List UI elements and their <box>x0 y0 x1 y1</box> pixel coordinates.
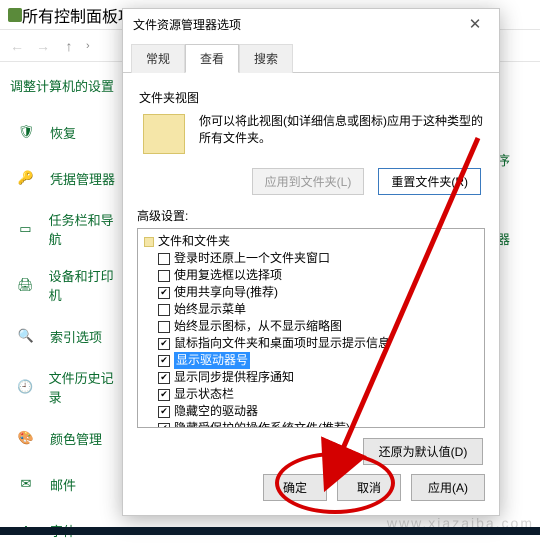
cp-item-label: 文件历史记录 <box>49 368 123 406</box>
tree-label: 显示同步提供程序通知 <box>174 369 294 386</box>
cred-icon: 🔑 <box>12 164 40 192</box>
up-button[interactable]: ↑ <box>58 35 80 57</box>
checkbox[interactable] <box>158 253 170 265</box>
tree-checkbox-item[interactable]: 隐藏受保护的操作系统文件(推荐) <box>158 420 478 428</box>
tree-label: 使用共享向导(推荐) <box>174 284 278 301</box>
tree-label: 鼠标指向文件夹和桌面项时显示提示信息 <box>174 335 390 352</box>
folder-view-text: 你可以将此视图(如详细信息或图标)应用于这种类型的所有文件夹。 <box>199 112 483 156</box>
tree-checkbox-item[interactable]: 始终显示图标，从不显示缩略图 <box>158 318 478 335</box>
cp-item[interactable]: 🔑 凭据管理器 <box>0 155 135 201</box>
dialog-titlebar: 文件资源管理器选项 ✕ <box>123 9 499 39</box>
folder-options-dialog: 文件资源管理器选项 ✕ 常规 查看 搜索 文件夹视图 你可以将此视图(如详细信息… <box>122 8 500 516</box>
back-button[interactable]: ← <box>6 35 28 57</box>
reset-folders-button[interactable]: 重置文件夹(R) <box>378 168 481 195</box>
tree-label: 始终显示图标，从不显示缩略图 <box>174 318 342 335</box>
checkbox[interactable] <box>158 338 170 350</box>
cp-item-label: 邮件 <box>50 475 76 494</box>
dialog-footer: 确定 取消 应用(A) <box>123 474 499 501</box>
forward-button[interactable]: → <box>32 35 54 57</box>
checkbox[interactable] <box>158 321 170 333</box>
tabs: 常规 查看 搜索 <box>123 43 499 73</box>
recovery-icon: 🛡 <box>12 118 40 146</box>
tree-label: 显示状态栏 <box>174 386 234 403</box>
control-panel-icon <box>8 8 22 22</box>
chevron-right-icon: › <box>86 40 90 52</box>
tree-checkbox-item[interactable]: 显示同步提供程序通知 <box>158 369 478 386</box>
tree-label: 登录时还原上一个文件夹窗口 <box>174 250 330 267</box>
index-icon: 🔍 <box>12 322 40 350</box>
tree-checkbox-item[interactable]: 始终显示菜单 <box>158 301 478 318</box>
tab-view[interactable]: 查看 <box>185 44 239 73</box>
tree-checkbox-item[interactable]: 登录时还原上一个文件夹窗口 <box>158 250 478 267</box>
tree-folder[interactable]: 文件和文件夹 <box>144 233 478 250</box>
cp-item[interactable]: 🎨 颜色管理 <box>0 415 135 461</box>
cp-heading: 调整计算机的设置 <box>0 68 135 109</box>
dialog-title: 文件资源管理器选项 <box>133 16 241 33</box>
folder-icon <box>144 237 154 247</box>
advanced-tree[interactable]: 文件和文件夹登录时还原上一个文件夹窗口使用复选框以选择项使用共享向导(推荐)始终… <box>137 228 485 428</box>
tree-checkbox-item[interactable]: 隐藏空的驱动器 <box>158 403 478 420</box>
tree-label: 使用复选框以选择项 <box>174 267 282 284</box>
folder-view-group: 文件夹视图 你可以将此视图(如详细信息或图标)应用于这种类型的所有文件夹。 应用… <box>139 89 483 195</box>
checkbox[interactable] <box>158 423 170 429</box>
tree-label: 隐藏受保护的操作系统文件(推荐) <box>174 420 350 428</box>
folder-icon <box>143 114 185 154</box>
cp-item[interactable]: 🕘 文件历史记录 <box>0 359 135 415</box>
checkbox[interactable] <box>158 389 170 401</box>
cp-item-label: 设备和打印机 <box>49 266 123 304</box>
tree-label: 始终显示菜单 <box>174 301 246 318</box>
close-icon[interactable]: ✕ <box>461 13 489 35</box>
tab-general[interactable]: 常规 <box>131 44 185 73</box>
advanced-label: 高级设置: <box>137 207 485 224</box>
checkbox[interactable] <box>158 304 170 316</box>
cp-item-label: 颜色管理 <box>50 429 102 448</box>
restore-defaults-button[interactable]: 还原为默认值(D) <box>363 438 483 465</box>
tab-search[interactable]: 搜索 <box>239 44 293 73</box>
cp-item-label: 索引选项 <box>50 327 102 346</box>
mail-icon: ✉ <box>12 470 40 498</box>
cp-item-label: 凭据管理器 <box>50 169 115 188</box>
cp-item[interactable]: 🔍 索引选项 <box>0 313 135 359</box>
tree-checkbox-item[interactable]: 使用共享向导(推荐) <box>158 284 478 301</box>
cp-item[interactable]: ✉ 邮件 <box>0 461 135 507</box>
tree-label: 文件和文件夹 <box>158 233 230 250</box>
cp-item-label: 任务栏和导航 <box>49 210 123 248</box>
folder-view-label: 文件夹视图 <box>139 89 483 106</box>
ok-button[interactable]: 确定 <box>263 474 327 501</box>
taskbar-edge <box>0 527 540 535</box>
tree-checkbox-item[interactable]: 显示状态栏 <box>158 386 478 403</box>
tree-checkbox-item[interactable]: 使用复选框以选择项 <box>158 267 478 284</box>
apply-to-folders-button[interactable]: 应用到文件夹(L) <box>252 168 365 195</box>
checkbox[interactable] <box>158 406 170 418</box>
cp-item[interactable]: 🖨 设备和打印机 <box>0 257 135 313</box>
checkbox[interactable] <box>158 355 170 367</box>
tree-label: 显示驱动器号 <box>174 352 250 369</box>
cp-item[interactable]: 🛡 恢复 <box>0 109 135 155</box>
cp-title: 所有控制面板项 <box>22 3 134 27</box>
cancel-button[interactable]: 取消 <box>337 474 401 501</box>
tree-checkbox-item[interactable]: 鼠标指向文件夹和桌面项时显示提示信息 <box>158 335 478 352</box>
checkbox[interactable] <box>158 287 170 299</box>
cp-item[interactable]: ▭ 任务栏和导航 <box>0 201 135 257</box>
tree-checkbox-item[interactable]: 显示驱动器号 <box>158 352 478 369</box>
checkbox[interactable] <box>158 372 170 384</box>
dialog-body: 文件夹视图 你可以将此视图(如详细信息或图标)应用于这种类型的所有文件夹。 应用… <box>123 73 499 485</box>
devices-icon: 🖨 <box>12 271 39 299</box>
color-icon: 🎨 <box>12 424 40 452</box>
cp-sidebar: 调整计算机的设置 🛡 恢复 🔑 凭据管理器 ▭ 任务栏和导航 🖨 设备和打印机 🔍 索引选项 🕘 文件… <box>0 68 135 553</box>
taskbar-icon: ▭ <box>12 215 39 243</box>
apply-button[interactable]: 应用(A) <box>411 474 485 501</box>
tree-label: 隐藏空的驱动器 <box>174 403 258 420</box>
history-icon: 🕘 <box>12 373 39 401</box>
cp-item-label: 恢复 <box>50 123 76 142</box>
checkbox[interactable] <box>158 270 170 282</box>
